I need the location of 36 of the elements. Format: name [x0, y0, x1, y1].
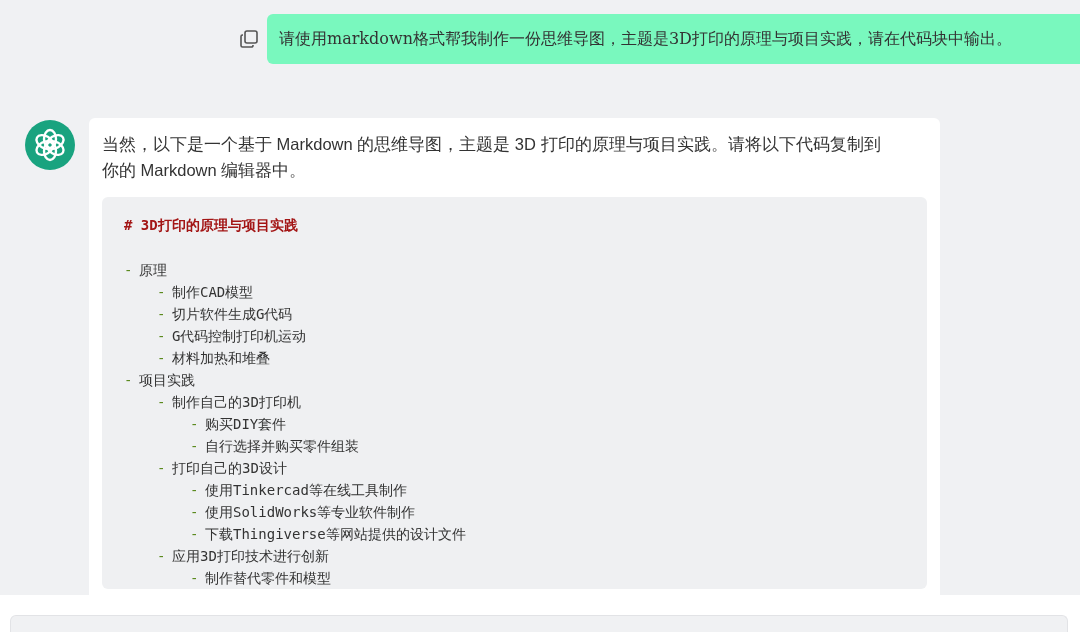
- list-item-text: 原理: [139, 260, 167, 280]
- list-item-text: G代码控制打印机运动: [172, 326, 307, 346]
- list-bullet: -: [190, 568, 200, 588]
- list-bullet: -: [190, 502, 200, 522]
- list-item-text: 项目实践: [139, 370, 195, 390]
- list-item-text: 切片软件生成G代码: [172, 304, 293, 324]
- list-item-text: 使用SolidWorks等专业软件制作: [205, 502, 416, 522]
- list-bullet: -: [124, 260, 134, 280]
- assistant-avatar-icon: [25, 120, 75, 170]
- list-item-text: 打印自己的3D设计: [172, 458, 287, 478]
- user-message: 请使用markdown格式帮我制作一份思维导图，主题是3D打印的原理与项目实践，请在代码块中输出。: [267, 14, 1080, 64]
- list-bullet: -: [124, 370, 134, 390]
- list-bullet: -: [157, 392, 167, 412]
- list-bullet: -: [190, 436, 200, 456]
- list-bullet: -: [157, 326, 167, 346]
- list-bullet: -: [157, 304, 167, 324]
- list-item-text: 自行选择并购买零件组装: [205, 436, 359, 456]
- list-item-text: 制作自己的3D打印机: [172, 392, 301, 412]
- list-item-text: 下载Thingiverse等网站提供的设计文件: [205, 524, 466, 544]
- list-item-text: 应用3D打印技术进行创新: [172, 546, 329, 566]
- list-item-text: 制作替代零件和模型: [205, 568, 331, 588]
- assistant-message-text: 当然，以下是一个基于 Markdown 的思维导图，主题是 3D 打印的原理与项目实践。请将以下代码复制到你的 Markdown 编辑器中。: [102, 134, 882, 181]
- list-item-text: 使用Tinkercad等在线工具制作: [205, 480, 407, 500]
- list-item-text: 材料加热和堆叠: [172, 348, 270, 368]
- list-bullet: -: [190, 480, 200, 500]
- list-bullet: -: [190, 524, 200, 544]
- code-heading: # 3D打印的原理与项目实践: [124, 216, 299, 235]
- message-input-field[interactable]: [10, 615, 1068, 632]
- list-bullet: -: [157, 458, 167, 478]
- list-bullet: -: [157, 348, 167, 368]
- list-item-text: 制作CAD模型: [172, 282, 254, 302]
- list-bullet: -: [157, 546, 167, 566]
- list-bullet: -: [157, 282, 167, 302]
- copy-icon[interactable]: [239, 29, 259, 49]
- list-item-text: 购买DIY套件: [205, 414, 287, 434]
- list-bullet: -: [190, 414, 200, 434]
